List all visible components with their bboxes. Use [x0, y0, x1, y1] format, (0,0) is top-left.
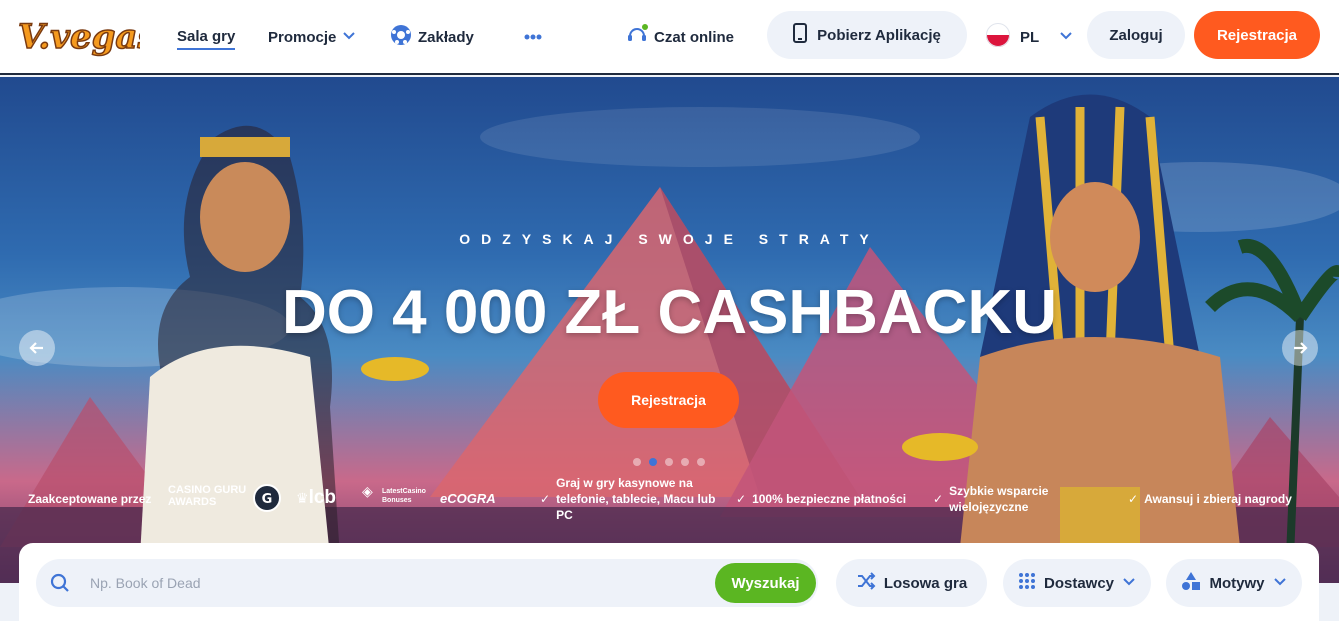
feature-text: 100% bezpieczne płatności — [752, 492, 907, 506]
carousel-prev-arrow-icon[interactable] — [19, 330, 55, 366]
register-button[interactable]: Rejestracja — [1194, 11, 1320, 59]
check-icon: ✓ — [540, 492, 551, 506]
search-input[interactable] — [90, 571, 690, 595]
lcb-logo-text: lcb — [308, 487, 337, 508]
random-game-button[interactable]: Losowa gra — [836, 559, 987, 607]
carousel-next-arrow-icon[interactable] — [1282, 330, 1318, 366]
shuffle-icon — [856, 572, 876, 594]
chat-online-label: Czat online — [654, 28, 735, 46]
carousel-dots — [633, 458, 705, 466]
feature-text: Awansuj i zbieraj nagrody — [1144, 492, 1292, 506]
providers-dropdown[interactable]: Dostawcy — [1003, 559, 1151, 607]
register-label: Rejestracja — [1216, 26, 1298, 44]
feature-item: ✓ 100% bezpieczne płatności — [736, 491, 906, 507]
login-label: Zaloguj — [1109, 26, 1163, 44]
providers-label: Dostawcy — [1043, 574, 1115, 592]
nav-promocje[interactable]: Promocje — [268, 24, 356, 50]
nav-sala-gry-label: Sala gry — [177, 27, 236, 45]
download-app-button[interactable]: Pobierz Aplikację — [767, 11, 967, 59]
top-header: V.vegas Sala gry Promocje Zakłady Czat o… — [0, 0, 1339, 75]
download-app-label: Pobierz Aplikację — [817, 26, 941, 44]
chevron-down-icon — [1059, 28, 1073, 46]
latest-casino-bonuses-text: LatestCasino Bonuses — [382, 488, 426, 504]
hero-title: DO 4 000 ZŁ CASHBACKU — [281, 278, 1058, 347]
lcb-logo: ♛lcb — [296, 487, 336, 509]
feature-item: ✓ Awansuj i zbieraj nagrody — [1128, 491, 1292, 507]
themes-label: Motywy — [1209, 574, 1265, 592]
vvegas-logo[interactable]: V.vegas — [16, 8, 157, 64]
svg-text:G: G — [262, 492, 273, 507]
casino-guru-logo: CASINO GURU AWARDS — [168, 484, 247, 508]
language-selector[interactable]: PL — [986, 23, 1073, 51]
chevron-down-icon — [1122, 574, 1136, 592]
more-dots-icon[interactable] — [524, 24, 542, 50]
carousel-dot[interactable] — [665, 458, 673, 466]
nav-zaklady[interactable]: Zakłady — [390, 24, 474, 50]
chevron-down-icon — [342, 28, 356, 46]
nav-promocje-label: Promocje — [268, 28, 337, 46]
accepted-by-label: Zaakceptowane przez — [28, 492, 152, 506]
feature-item: ✓ Szybkie wsparcie wielojęzyczne — [933, 483, 1073, 515]
tag-icon: ◈ — [362, 483, 373, 499]
latest-casino-bonuses-logo: ◈ LatestCasino Bonuses — [362, 483, 432, 505]
check-icon: ✓ — [933, 492, 944, 506]
casino-guru-medal-icon: G — [252, 483, 282, 516]
chevron-down-icon — [1273, 574, 1287, 592]
search-button[interactable]: Wyszukaj — [715, 563, 816, 603]
hero-register-button[interactable]: Rejestracja — [598, 372, 739, 428]
nav-sala-gry[interactable]: Sala gry — [177, 24, 236, 50]
login-button[interactable]: Zaloguj — [1087, 11, 1185, 59]
feature-item: ✓ Graj w gry kasynowe na telefonie, tabl… — [540, 475, 720, 523]
hero-subtitle: ODZYSKAJ SWOJE STRATY — [459, 231, 880, 247]
themes-dropdown[interactable]: Motywy — [1166, 559, 1302, 607]
shapes-icon — [1181, 571, 1201, 595]
headset-icon — [626, 24, 648, 50]
search-icon — [50, 573, 70, 598]
nav-zaklady-label: Zakłady — [418, 28, 474, 46]
grid-dots-icon — [1018, 572, 1036, 594]
carousel-dot[interactable] — [633, 458, 641, 466]
svg-text:V.vegas: V.vegas — [18, 17, 140, 57]
carousel-dot[interactable] — [681, 458, 689, 466]
feature-text: Graj w gry kasynowe na telefonie, tablec… — [556, 476, 716, 522]
crown-icon: ♛ — [296, 490, 309, 506]
soccer-ball-icon — [390, 24, 412, 50]
hero-banner: ODZYSKAJ SWOJE STRATY DO 4 000 ZŁ CASHBA… — [0, 77, 1339, 583]
trust-bar: Zaakceptowane przez CASINO GURU AWARDS G… — [0, 475, 1339, 525]
phone-icon — [793, 23, 808, 47]
ecogra-logo: eCOGRA — [440, 491, 496, 506]
feature-text: Szybkie wsparcie wielojęzyczne — [949, 484, 1049, 514]
random-game-label: Losowa gra — [883, 574, 968, 592]
check-icon: ✓ — [736, 492, 747, 506]
chat-online-link[interactable]: Czat online — [626, 24, 734, 50]
carousel-dot[interactable] — [649, 458, 657, 466]
poland-flag-icon — [986, 23, 1010, 51]
carousel-dot[interactable] — [697, 458, 705, 466]
language-label: PL — [1020, 28, 1040, 46]
check-icon: ✓ — [1128, 492, 1139, 506]
